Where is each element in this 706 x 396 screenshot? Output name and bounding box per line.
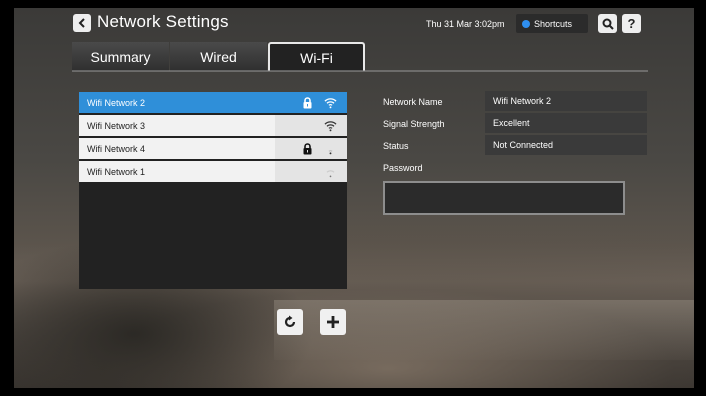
status-value: Not Connected bbox=[485, 135, 647, 155]
shortcuts-label: Shortcuts bbox=[534, 18, 573, 29]
network-name: Wifi Network 3 bbox=[79, 115, 275, 136]
wifi-icon bbox=[324, 96, 337, 109]
network-row-wifi-4[interactable]: Wifi Network 4 bbox=[79, 138, 347, 159]
datetime: Thu 31 Mar 3:02pm bbox=[426, 19, 505, 29]
signal-strength-label: Signal Strength bbox=[383, 119, 445, 129]
network-name: Wifi Network 4 bbox=[79, 138, 275, 159]
help-button[interactable]: ? bbox=[622, 14, 641, 33]
add-network-button[interactable] bbox=[320, 309, 346, 335]
network-row-wifi-1[interactable]: Wifi Network 1 bbox=[79, 161, 347, 182]
network-name-value: Wifi Network 2 bbox=[485, 91, 647, 111]
signal-strength-value: Excellent bbox=[485, 113, 647, 133]
help-icon: ? bbox=[627, 16, 636, 31]
search-button[interactable] bbox=[598, 14, 617, 33]
password-label: Password bbox=[383, 163, 423, 173]
back-icon bbox=[78, 18, 85, 28]
page-title: Network Settings bbox=[97, 12, 229, 31]
shortcut-dot-icon bbox=[522, 19, 530, 28]
refresh-icon bbox=[284, 315, 296, 328]
network-name-label: Network Name bbox=[383, 97, 443, 107]
refresh-button[interactable] bbox=[277, 309, 303, 335]
wifi-icon bbox=[324, 142, 337, 155]
tab-bar: Summary Wired Wi-Fi bbox=[72, 42, 368, 71]
lock-icon bbox=[301, 142, 314, 155]
back-button[interactable] bbox=[73, 14, 91, 32]
tab-wifi[interactable]: Wi-Fi bbox=[268, 42, 365, 71]
network-row-wifi-2[interactable]: Wifi Network 2 bbox=[79, 92, 347, 113]
tab-divider bbox=[72, 70, 648, 72]
shortcuts-button[interactable]: Shortcuts bbox=[516, 14, 588, 33]
plus-icon bbox=[327, 316, 339, 328]
password-input[interactable] bbox=[383, 181, 625, 215]
status-label: Status bbox=[383, 141, 409, 151]
network-row-wifi-3[interactable]: Wifi Network 3 bbox=[79, 115, 347, 136]
tab-wired[interactable]: Wired bbox=[170, 42, 267, 71]
wifi-icon bbox=[324, 119, 337, 132]
network-name: Wifi Network 1 bbox=[79, 161, 275, 182]
network-name: Wifi Network 2 bbox=[79, 92, 275, 113]
search-icon bbox=[602, 18, 614, 30]
lock-icon bbox=[301, 96, 314, 109]
network-list: Wifi Network 2 Wifi Network 3 Wifi Netwo… bbox=[79, 92, 347, 289]
tab-summary[interactable]: Summary bbox=[72, 42, 169, 71]
wifi-icon bbox=[324, 165, 337, 178]
